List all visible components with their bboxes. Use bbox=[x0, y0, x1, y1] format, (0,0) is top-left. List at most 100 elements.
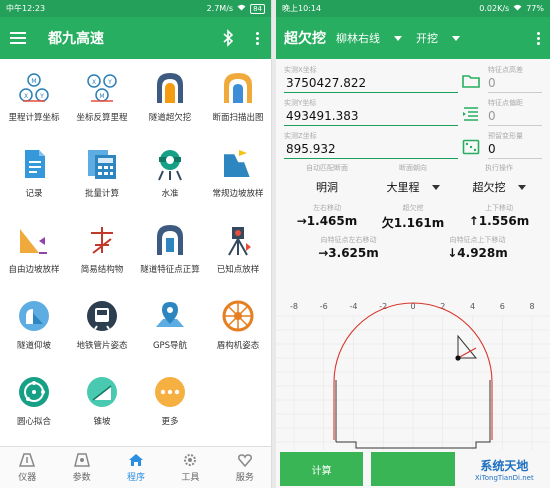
operation-select[interactable]: 执行操作 超欠挖 bbox=[456, 163, 542, 195]
nav-program[interactable]: 程序 bbox=[109, 447, 163, 488]
grid-item-label: 批量计算 bbox=[84, 189, 119, 199]
grid-item-label: 更多 bbox=[161, 417, 179, 427]
measured-point bbox=[455, 355, 461, 361]
feature-ud-value: ↓4.928m bbox=[447, 246, 508, 260]
more-options-icon[interactable] bbox=[253, 31, 261, 45]
grid-item-circle-fit[interactable]: 圆心拟合 bbox=[0, 371, 68, 437]
grid-item-cone-slope[interactable]: 锥坡 bbox=[68, 371, 136, 437]
nav-label: 服务 bbox=[235, 472, 254, 483]
grid-item-batch-calc[interactable]: 批量计算 bbox=[68, 143, 136, 209]
nav-tools[interactable]: 工具 bbox=[163, 447, 217, 488]
feature-offset-value[interactable]: 0 bbox=[488, 108, 542, 126]
svg-text:Y: Y bbox=[107, 79, 112, 86]
reserve-deform-value[interactable]: 0 bbox=[488, 141, 542, 159]
grid-item-coord-to-mileage[interactable]: X YM 坐标反算里程 bbox=[68, 67, 136, 133]
secondary-button[interactable] bbox=[371, 452, 455, 486]
nav-instrument[interactable]: 仪器 bbox=[0, 447, 54, 488]
nav-label: 仪器 bbox=[18, 472, 37, 483]
wifi-icon bbox=[513, 4, 522, 13]
record-icon bbox=[17, 147, 51, 181]
field-caption: 自动匹配断面 bbox=[306, 164, 348, 172]
status-time: 中午12:23 bbox=[6, 4, 46, 13]
level-icon bbox=[153, 147, 187, 181]
lr-move-value: →1.465m bbox=[296, 214, 358, 228]
y-coord-field[interactable]: 实测Y坐标 493491.383 bbox=[284, 98, 458, 126]
dice-icon[interactable] bbox=[462, 138, 480, 156]
grid-item-section-scan[interactable]: 断面扫描出图 bbox=[204, 67, 271, 133]
result-caption: 向特征点左右移动 bbox=[320, 236, 377, 244]
grid-item-label: 圆心拟合 bbox=[16, 417, 51, 427]
svg-text:X: X bbox=[92, 79, 96, 86]
free-slope-icon bbox=[17, 223, 51, 257]
y-coord-value[interactable]: 493491.383 bbox=[284, 108, 458, 126]
tunnel-feature-icon bbox=[153, 223, 187, 257]
axis-tick-label: -6 bbox=[320, 302, 328, 311]
slope-stakeout-icon bbox=[221, 147, 255, 181]
program-grid: MXY 里程计算坐标 XYM 坐标反算里程 隧道超欠挖 断面扫描出图 记录 批量… bbox=[0, 59, 271, 437]
calculate-button[interactable]: 计算 bbox=[280, 452, 364, 486]
bluetooth-icon[interactable] bbox=[221, 29, 235, 47]
grid-item-known-point[interactable]: 已知点放样 bbox=[204, 219, 271, 285]
reserve-deform-field[interactable]: 预留变形量 0 bbox=[488, 131, 542, 159]
field-caption: 特征点偏距 bbox=[488, 99, 523, 107]
axis-tick-label: -8 bbox=[290, 302, 298, 311]
battery-indicator: 84 bbox=[250, 3, 265, 14]
grid-item-subway-segment[interactable]: 地铁管片姿态 bbox=[68, 295, 136, 361]
nav-service[interactable]: 服务 bbox=[218, 447, 271, 488]
z-coord-field[interactable]: 实测Z坐标 895.932 bbox=[284, 131, 458, 159]
grid-item-slope-stakeout[interactable]: 常规边坡放样 bbox=[204, 143, 271, 209]
x-coord-value[interactable]: 3750427.822 bbox=[284, 75, 458, 93]
match-section-field[interactable]: 自动匹配断面 明洞 bbox=[284, 163, 370, 195]
grid-item-label: 里程计算坐标 bbox=[8, 113, 60, 123]
overbreak-value: 欠1.161m bbox=[381, 216, 445, 230]
result-caption: 超欠挖 bbox=[402, 204, 424, 212]
project-title: 都九高速 bbox=[48, 31, 104, 47]
grid-item-simple-structure[interactable]: 简易结构物 bbox=[68, 219, 136, 285]
svg-text:X: X bbox=[24, 93, 28, 100]
folder-icon[interactable] bbox=[462, 72, 480, 90]
feature-offset-field[interactable]: 特征点偏距 0 bbox=[488, 98, 542, 126]
grid-item-level[interactable]: 水准 bbox=[136, 143, 204, 209]
service-icon bbox=[237, 453, 252, 467]
gps-nav-icon bbox=[153, 299, 187, 333]
nav-params[interactable]: 参数 bbox=[54, 447, 108, 488]
params-icon bbox=[73, 452, 90, 467]
status-time: 晚上10:14 bbox=[282, 4, 322, 13]
circle-fit-icon bbox=[17, 375, 51, 409]
grid-item-gps-nav[interactable]: GPS导航 bbox=[136, 295, 204, 361]
grid-item-tunnel-feature[interactable]: 隧道特征点正算 bbox=[136, 219, 204, 285]
overbreak-result: 超欠挖 欠1.161m bbox=[370, 203, 456, 231]
more-icon bbox=[153, 375, 187, 409]
grid-item-mileage-to-coord[interactable]: M X Y 里程计算坐标 bbox=[0, 67, 68, 133]
action-buttons: 计算 系统天地 XiTongTianDi.net bbox=[276, 452, 550, 488]
direction-select[interactable]: 断面朝向 大里程 bbox=[370, 163, 456, 195]
section-plot[interactable]: -8 -6 -4 -2 0 2 4 6 8 bbox=[276, 300, 550, 450]
grid-item-shield-machine[interactable]: 盾构机姿态 bbox=[204, 295, 271, 361]
grid-item-tunnel-overbreak[interactable]: 隧道超欠挖 bbox=[136, 67, 204, 133]
feature-height-value[interactable]: 0 bbox=[488, 75, 542, 93]
field-caption: 断面朝向 bbox=[399, 164, 427, 172]
mode-select[interactable]: 开挖 bbox=[416, 30, 460, 46]
grid-item-free-slope[interactable]: 自由边坡放样 bbox=[0, 219, 68, 285]
program-icon bbox=[129, 453, 144, 466]
more-options-icon[interactable] bbox=[534, 31, 542, 45]
simple-structure-icon bbox=[85, 223, 119, 257]
list-icon[interactable] bbox=[462, 105, 480, 123]
field-caption: 特征点高差 bbox=[488, 66, 523, 74]
grid-item-tunnel-slope[interactable]: 隧道仰坡 bbox=[0, 295, 68, 361]
chevron-down-icon bbox=[394, 35, 402, 41]
lr-move-result: 左右移动 →1.465m bbox=[284, 203, 370, 231]
field-caption: 实测Y坐标 bbox=[284, 99, 317, 107]
feature-height-field[interactable]: 特征点高差 0 bbox=[488, 65, 542, 93]
z-coord-value[interactable]: 895.932 bbox=[284, 141, 458, 159]
feature-lr-value: →3.625m bbox=[318, 246, 379, 260]
menu-icon[interactable] bbox=[10, 32, 26, 44]
mileage-to-coord-icon: M X Y bbox=[17, 71, 51, 105]
status-net: 2.7M/s bbox=[206, 4, 234, 13]
svg-text:Y: Y bbox=[39, 93, 44, 100]
grid-item-more[interactable]: 更多 bbox=[136, 371, 204, 437]
result-caption: 向特征点上下移动 bbox=[449, 236, 506, 244]
line-select[interactable]: 柳林右线 bbox=[336, 30, 402, 46]
grid-item-record[interactable]: 记录 bbox=[0, 143, 68, 209]
x-coord-field[interactable]: 实测X坐标 3750427.822 bbox=[284, 65, 458, 93]
